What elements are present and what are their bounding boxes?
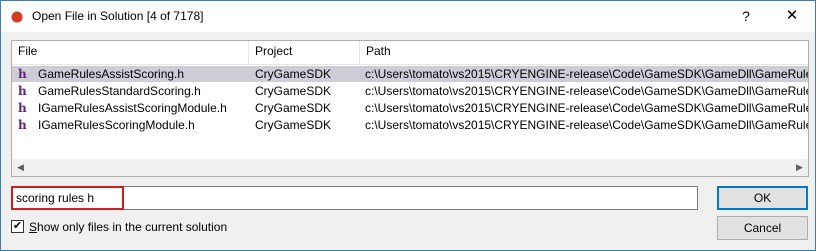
row-file-name: GameRulesAssistScoring.h xyxy=(38,67,185,81)
search-box[interactable] xyxy=(11,186,698,210)
row-file-name: IGameRulesAssistScoringModule.h xyxy=(38,101,227,115)
row-project: CryGameSDK xyxy=(255,67,332,81)
tomato-icon xyxy=(11,11,23,23)
ok-button[interactable]: OK xyxy=(717,186,808,210)
header-file-icon: h xyxy=(18,67,27,81)
row-project: CryGameSDK xyxy=(255,118,332,132)
scroll-left-icon[interactable]: ◀ xyxy=(12,159,29,176)
column-header-path[interactable]: Path xyxy=(360,41,808,64)
title-bar: Open File in Solution [4 of 7178] ? ✕ xyxy=(1,1,815,32)
column-header-file[interactable]: File xyxy=(12,41,249,64)
row-path: c:\Users\tomato\vs2015\CRYENGINE-release… xyxy=(365,67,808,81)
dialog-title: Open File in Solution [4 of 7178] xyxy=(32,9,204,23)
scroll-right-icon[interactable]: ▶ xyxy=(791,159,808,176)
horizontal-scrollbar[interactable]: ◀ ▶ xyxy=(12,159,808,176)
show-only-solution-label[interactable]: Show only files in the current solution xyxy=(29,219,227,235)
column-header-project[interactable]: Project xyxy=(249,41,360,64)
close-button[interactable]: ✕ xyxy=(777,5,807,27)
row-project: CryGameSDK xyxy=(255,84,332,98)
open-file-dialog: Open File in Solution [4 of 7178] ? ✕ Fi… xyxy=(0,0,816,251)
row-file-name: IGameRulesScoringModule.h xyxy=(38,118,195,132)
cancel-button[interactable]: Cancel xyxy=(717,216,808,240)
search-input[interactable] xyxy=(12,187,697,209)
row-path: c:\Users\tomato\vs2015\CRYENGINE-release… xyxy=(365,84,808,98)
list-row[interactable]: h IGameRulesAssistScoringModule.h CryGam… xyxy=(12,100,808,116)
list-header: File Project Path xyxy=(12,41,808,65)
show-only-solution-checkbox[interactable]: ✔ xyxy=(11,220,24,233)
header-file-icon: h xyxy=(18,101,27,115)
row-path: c:\Users\tomato\vs2015\CRYENGINE-release… xyxy=(365,118,808,132)
header-file-icon: h xyxy=(18,118,27,132)
list-row[interactable]: h GameRulesAssistScoring.h CryGameSDK c:… xyxy=(12,66,808,82)
row-path: c:\Users\tomato\vs2015\CRYENGINE-release… xyxy=(365,101,808,115)
row-project: CryGameSDK xyxy=(255,101,332,115)
help-button[interactable]: ? xyxy=(731,5,761,27)
list-row[interactable]: h IGameRulesScoringModule.h CryGameSDK c… xyxy=(12,117,808,133)
list-row[interactable]: h GameRulesStandardScoring.h CryGameSDK … xyxy=(12,83,808,99)
header-file-icon: h xyxy=(18,84,27,98)
dialog-content: File Project Path h GameRulesAssistScori… xyxy=(1,32,815,250)
row-file-name: GameRulesStandardScoring.h xyxy=(38,84,201,98)
file-list[interactable]: File Project Path h GameRulesAssistScori… xyxy=(11,40,809,177)
